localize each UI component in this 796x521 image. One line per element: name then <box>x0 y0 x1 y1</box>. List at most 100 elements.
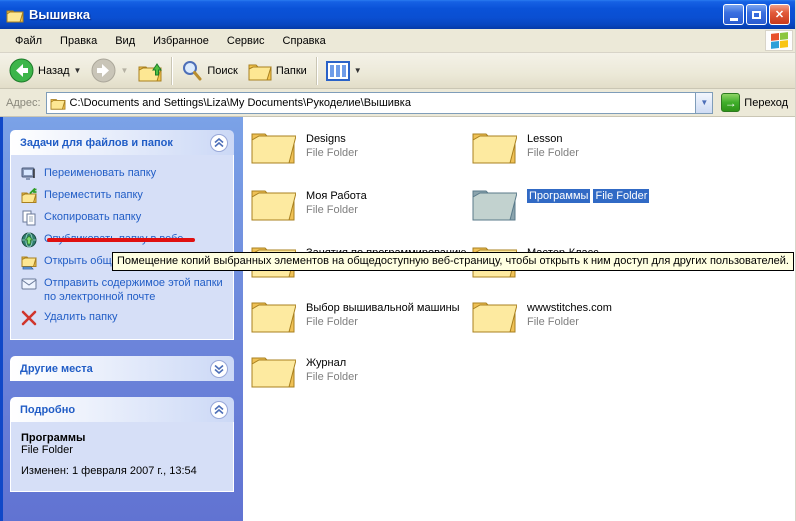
file-tasks-body: Переименовать папку Переместить папку <box>10 155 234 340</box>
details-body: Программы File Folder Изменен: 1 февраля… <box>10 422 234 492</box>
forward-button[interactable]: ▼ <box>86 56 133 85</box>
up-button[interactable] <box>133 58 167 84</box>
task-label: Переместить папку <box>44 188 143 202</box>
task-label: Скопировать папку <box>44 210 141 224</box>
menu-edit[interactable]: Правка <box>51 32 106 50</box>
delete-icon <box>21 310 37 326</box>
address-label: Адрес: <box>6 97 41 109</box>
views-dropdown-icon[interactable]: ▼ <box>354 66 362 75</box>
search-label: Поиск <box>207 65 237 77</box>
close-button[interactable]: ✕ <box>769 4 790 25</box>
menu-favorites[interactable]: Избранное <box>144 32 218 50</box>
file-list[interactable]: Designs File Folder Lesson File Folder М… <box>243 117 795 521</box>
views-button[interactable]: ▼ <box>321 59 367 83</box>
file-type: File Folder <box>527 315 612 329</box>
file-tile-moya-rabota[interactable]: Моя Работа File Folder <box>250 184 367 221</box>
back-button[interactable]: Назад ▼ <box>4 56 86 85</box>
folders-icon <box>248 61 272 81</box>
folders-label: Папки <box>276 65 307 77</box>
share-folder-icon <box>21 254 37 270</box>
menu-bar: Файл Правка Вид Избранное Сервис Справка <box>0 29 795 53</box>
task-label: Отправить содержимое этой папки по элект… <box>44 276 227 304</box>
search-icon <box>181 60 203 82</box>
details-item-name: Программы <box>21 432 225 444</box>
file-type: File Folder <box>306 146 358 160</box>
panel-details: Подробно Программы File Folder Изменен: … <box>10 397 234 492</box>
rename-icon <box>21 166 37 182</box>
back-icon <box>9 58 34 83</box>
file-type: File Folder <box>527 146 579 160</box>
toolbar-separator <box>171 57 172 85</box>
search-button[interactable]: Поиск <box>176 58 242 84</box>
task-email-folder[interactable]: Отправить содержимое этой папки по элект… <box>21 273 227 307</box>
address-bar: Адрес: C:\Documents and Settings\Liza\My… <box>0 89 795 117</box>
file-name: Журнал <box>306 356 358 370</box>
file-name: Выбор вышивальной машины <box>306 301 460 315</box>
details-item-modified: Изменен: 1 февраля 2007 г., 13:54 <box>21 465 225 477</box>
menu-view[interactable]: Вид <box>106 32 144 50</box>
folder-icon <box>250 296 296 333</box>
file-tasks-title: Задачи для файлов и папок <box>20 137 173 149</box>
annotation-red-underline <box>47 238 195 242</box>
folder-icon-selected <box>471 184 517 221</box>
menu-help[interactable]: Справка <box>274 32 335 50</box>
file-type: File Folder <box>593 189 649 203</box>
copy-icon <box>21 210 37 226</box>
title-bar[interactable]: Вышивка ✕ <box>0 0 795 29</box>
views-icon <box>326 61 350 81</box>
folder-icon <box>471 296 517 333</box>
address-input[interactable]: C:\Documents and Settings\Liza\My Docume… <box>46 92 714 114</box>
task-delete-folder[interactable]: Удалить папку <box>21 307 227 329</box>
file-name: Программы <box>527 189 590 203</box>
panel-other-places: Другие места <box>10 356 234 381</box>
file-tile-wwwstitches[interactable]: wwwstitches.com File Folder <box>471 296 612 333</box>
file-tile-programmy-selected[interactable]: Программы File Folder <box>471 184 649 221</box>
tooltip: Помещение копий выбранных элементов на о… <box>112 252 794 271</box>
menu-file[interactable]: Файл <box>6 32 51 50</box>
task-move-folder[interactable]: Переместить папку <box>21 185 227 207</box>
expand-chevron-icon[interactable] <box>210 360 228 378</box>
back-dropdown-icon[interactable]: ▼ <box>74 66 82 75</box>
file-tile-zhurnal[interactable]: Журнал File Folder <box>250 351 358 388</box>
file-tile-lesson[interactable]: Lesson File Folder <box>471 127 579 164</box>
go-label: Переход <box>744 97 788 109</box>
publish-web-icon <box>21 232 37 248</box>
folder-icon <box>471 127 517 164</box>
address-dropdown-icon[interactable]: ▼ <box>695 93 712 113</box>
email-icon <box>21 276 37 292</box>
folder-icon <box>250 127 296 164</box>
file-type: File Folder <box>306 203 367 217</box>
explorer-window: Вышивка ✕ Файл Правка Вид Избранное Серв… <box>0 0 796 521</box>
collapse-chevron-icon[interactable] <box>210 401 228 419</box>
go-button[interactable]: → Переход <box>718 92 791 113</box>
folder-up-icon <box>138 60 162 82</box>
folder-icon <box>50 96 66 110</box>
file-tile-vybor-mashiny[interactable]: Выбор вышивальной машины File Folder <box>250 296 460 333</box>
maximize-button[interactable] <box>746 4 767 25</box>
move-folder-icon <box>21 188 37 204</box>
file-type: File Folder <box>306 370 358 384</box>
details-title: Подробно <box>20 404 75 416</box>
details-header[interactable]: Подробно <box>10 397 234 422</box>
details-item-type: File Folder <box>21 444 225 456</box>
windows-logo <box>765 30 793 51</box>
file-tasks-header[interactable]: Задачи для файлов и папок <box>10 130 234 155</box>
folders-button[interactable]: Папки <box>243 59 312 83</box>
task-label: Переименовать папку <box>44 166 156 180</box>
panel-file-tasks: Задачи для файлов и папок Переименоват <box>10 130 234 340</box>
forward-icon <box>91 58 116 83</box>
minimize-button[interactable] <box>723 4 744 25</box>
folder-icon <box>6 7 24 23</box>
toolbar: Назад ▼ ▼ Поиск <box>0 53 795 89</box>
folder-icon <box>250 184 296 221</box>
menu-tools[interactable]: Сервис <box>218 32 274 50</box>
file-name: wwwstitches.com <box>527 301 612 315</box>
task-rename-folder[interactable]: Переименовать папку <box>21 163 227 185</box>
task-pane: Задачи для файлов и папок Переименоват <box>0 117 243 521</box>
address-path: C:\Documents and Settings\Liza\My Docume… <box>70 97 696 109</box>
collapse-chevron-icon[interactable] <box>210 134 228 152</box>
task-copy-folder[interactable]: Скопировать папку <box>21 207 227 229</box>
other-places-header[interactable]: Другие места <box>10 356 234 381</box>
window-title: Вышивка <box>29 7 721 22</box>
file-tile-designs[interactable]: Designs File Folder <box>250 127 358 164</box>
